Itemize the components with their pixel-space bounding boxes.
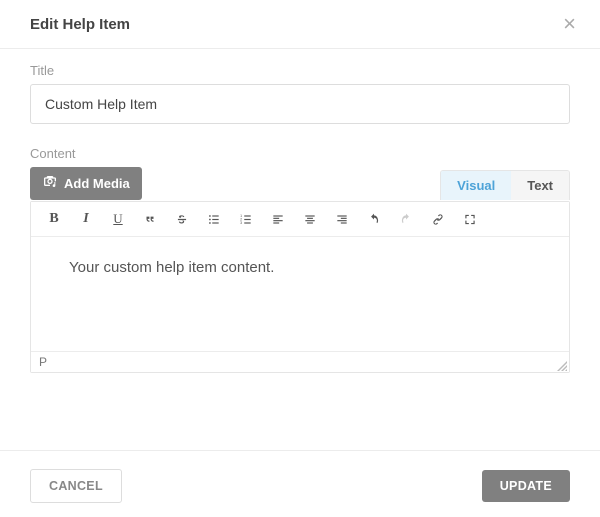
update-button[interactable]: UPDATE [482, 470, 570, 502]
content-label: Content [30, 146, 570, 161]
blockquote-button[interactable] [141, 210, 159, 228]
link-button[interactable] [429, 210, 447, 228]
element-path: P [39, 355, 47, 369]
editor-status-bar: P [31, 351, 569, 372]
modal-title: Edit Help Item [30, 16, 130, 33]
italic-button[interactable]: I [77, 210, 95, 228]
fullscreen-button[interactable] [461, 210, 479, 228]
strikethrough-icon [175, 212, 189, 227]
ordered-list-button[interactable]: 123 [237, 210, 255, 228]
title-input[interactable] [30, 84, 570, 124]
tab-text[interactable]: Text [511, 171, 569, 200]
modal-body: Title Content Add Media Visual Text B [0, 49, 600, 393]
strikethrough-button[interactable] [173, 210, 191, 228]
redo-icon [399, 212, 413, 227]
modal-footer: CANCEL UPDATE [0, 450, 600, 517]
editor: B I U 123 [30, 201, 570, 373]
cancel-button[interactable]: CANCEL [30, 469, 122, 503]
edit-help-item-modal: Edit Help Item × Title Content Add Media… [0, 0, 600, 517]
close-icon: × [563, 11, 576, 36]
media-tabs-row: Add Media Visual Text [30, 167, 570, 200]
close-button[interactable]: × [559, 13, 580, 35]
link-icon [431, 212, 445, 227]
undo-button[interactable] [365, 210, 383, 228]
quote-icon [143, 212, 157, 227]
editor-toolbar: B I U 123 [31, 202, 569, 237]
add-media-button[interactable]: Add Media [30, 167, 142, 200]
tab-visual[interactable]: Visual [441, 171, 511, 200]
align-left-icon [271, 212, 285, 227]
editor-paragraph: Your custom help item content. [69, 259, 531, 276]
align-center-button[interactable] [301, 210, 319, 228]
resize-handle[interactable] [557, 360, 567, 370]
unordered-list-button[interactable] [205, 210, 223, 228]
align-right-button[interactable] [333, 210, 351, 228]
editor-content-area[interactable]: Your custom help item content. [31, 237, 569, 351]
align-left-button[interactable] [269, 210, 287, 228]
title-label: Title [30, 63, 570, 78]
modal-header: Edit Help Item × [0, 0, 600, 49]
svg-text:3: 3 [240, 221, 242, 225]
ol-icon: 123 [239, 212, 253, 227]
align-right-icon [335, 212, 349, 227]
camera-music-icon [42, 174, 58, 193]
resize-icon [557, 361, 567, 371]
underline-button[interactable]: U [109, 210, 127, 228]
add-media-label: Add Media [64, 176, 130, 191]
undo-icon [367, 212, 381, 227]
align-center-icon [303, 212, 317, 227]
redo-button[interactable] [397, 210, 415, 228]
content-section: Content Add Media Visual Text B I U [30, 146, 570, 373]
fullscreen-icon [463, 212, 477, 227]
bold-button[interactable]: B [45, 210, 63, 228]
ul-icon [207, 212, 221, 227]
editor-tabs: Visual Text [440, 170, 570, 200]
